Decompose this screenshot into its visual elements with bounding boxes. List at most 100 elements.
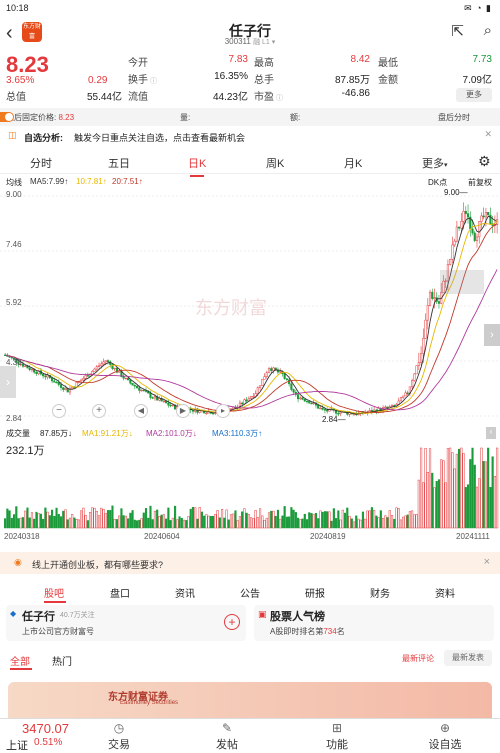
volume-bar xyxy=(265,517,268,529)
company-account-card[interactable]: ◆ 任子行 40.7万关注 上市公司官方财富号 + xyxy=(6,605,246,641)
volume-bar xyxy=(30,512,34,529)
volume-bar xyxy=(118,515,121,529)
volume-bar xyxy=(375,515,378,529)
tab-intraday[interactable]: 分时 xyxy=(30,155,52,171)
candle-body xyxy=(272,367,275,371)
candle-body xyxy=(205,412,208,415)
popularity-card[interactable]: ▣ 股票人气榜 A股即时排名第734名 xyxy=(254,605,494,641)
stock-code[interactable]: 300311 融 L1 ▾ xyxy=(0,37,500,47)
candle-body xyxy=(424,319,427,339)
volume-bar xyxy=(478,478,481,529)
total-cap-label: 总值 xyxy=(6,92,26,103)
volume-bar xyxy=(169,520,172,529)
follow-button[interactable]: + xyxy=(224,614,240,630)
scroll-right-button[interactable]: ▶ xyxy=(176,404,190,418)
volume-bar xyxy=(106,510,110,529)
candle-body xyxy=(149,393,152,398)
volume-collapse-icon[interactable]: ‹ xyxy=(486,427,496,439)
volume-bar xyxy=(129,512,132,529)
tab-daily-k[interactable]: 日K xyxy=(188,155,206,177)
candle-body xyxy=(71,386,74,389)
chart-left-arrow[interactable]: › xyxy=(0,366,16,398)
candle-body xyxy=(279,371,282,373)
volume-bar xyxy=(89,512,92,529)
close-icon[interactable]: ✕ xyxy=(484,129,492,140)
index-name[interactable]: 上证 xyxy=(6,737,28,753)
more-button[interactable]: 更多 xyxy=(456,88,492,102)
candle-body xyxy=(270,368,273,371)
candle-body xyxy=(42,373,45,377)
candle-body xyxy=(464,211,467,214)
adjust-select[interactable]: 前复权 xyxy=(468,177,492,188)
volume-bar xyxy=(310,513,313,529)
reset-button[interactable]: ▸ xyxy=(216,404,230,418)
volume-bar xyxy=(160,514,163,529)
tab-profile[interactable]: 资料 xyxy=(435,585,455,600)
volume-bar xyxy=(377,517,380,529)
volume-bar xyxy=(133,519,136,529)
kline-chart[interactable]: 东方财富 9.00 7.46 5.92 4.38 2.84 9.00— 2.84… xyxy=(0,188,500,436)
tab-financials[interactable]: 财务 xyxy=(370,585,390,600)
volume-label[interactable]: 成交量 xyxy=(6,428,30,439)
volume-bar xyxy=(411,510,414,529)
candle-body xyxy=(285,378,288,381)
candle-body xyxy=(433,297,436,299)
promo-bar[interactable]: ◉ 线上开通创业板，都有哪些要求? × xyxy=(0,552,500,574)
volume-bar xyxy=(178,516,181,529)
volume-bar xyxy=(328,511,331,529)
tab-research[interactable]: 研报 xyxy=(305,585,325,600)
volume-bar xyxy=(234,510,237,529)
volume-bar xyxy=(37,513,40,529)
tab-news[interactable]: 资讯 xyxy=(175,585,195,600)
settings-icon[interactable]: ⚙ xyxy=(478,153,491,170)
sort-latest-post[interactable]: 最新发表 xyxy=(444,650,492,666)
tab-guba[interactable]: 股吧 xyxy=(44,585,64,600)
info-cards: ◆ 任子行 40.7万关注 上市公司官方财富号 + ▣ 股票人气榜 A股即时排名… xyxy=(0,605,500,645)
volume-bar xyxy=(422,482,425,529)
candle-body xyxy=(35,371,38,374)
chart-right-arrow[interactable]: › xyxy=(484,324,500,346)
tab-weekly-k[interactable]: 周K xyxy=(266,155,284,171)
volume-chart[interactable]: 232.1万 xyxy=(0,440,500,530)
float-cap-value: 44.23亿 xyxy=(212,92,248,103)
sort-latest-comment[interactable]: 最新评论 xyxy=(402,653,434,664)
feed-tab-hot[interactable]: 热门 xyxy=(52,653,72,668)
feed-tab-all[interactable]: 全部 xyxy=(10,653,30,668)
volume-bar xyxy=(82,507,85,529)
tab-monthly-k[interactable]: 月K xyxy=(344,155,362,171)
volume-bar xyxy=(21,517,25,529)
volume-bar xyxy=(156,509,159,529)
ma20-value: 20:7.51↑ xyxy=(112,177,143,186)
change-percent: 3.65% xyxy=(6,75,35,86)
share-icon[interactable]: ⇱ xyxy=(451,22,464,40)
volume-bar xyxy=(223,517,226,529)
volume-bar xyxy=(243,508,246,529)
volume-bar xyxy=(122,515,125,529)
ma-label[interactable]: 均线 xyxy=(6,177,22,188)
volume-bar xyxy=(294,512,297,529)
zoom-out-button[interactable]: − xyxy=(52,404,66,418)
volume-bar xyxy=(111,505,114,529)
candle-body xyxy=(59,384,63,388)
analysis-banner[interactable]: ◫ 自选分析: 触发今日重点关注自选，点击查看最新机会 ✕ xyxy=(0,127,500,147)
volume-bar xyxy=(194,507,197,529)
volume-bar xyxy=(368,510,371,529)
after-hours-toggle[interactable] xyxy=(0,112,14,122)
tab-more[interactable]: 更多▾ xyxy=(422,155,448,171)
date-2: 20240604 xyxy=(144,532,180,541)
candle-body xyxy=(93,368,96,372)
volume-bar xyxy=(330,520,333,529)
scroll-left-button[interactable]: ◀ xyxy=(134,404,148,418)
volume-bar xyxy=(272,510,275,529)
dk-point-toggle[interactable]: DK点 xyxy=(428,177,447,188)
promo-close-icon[interactable]: × xyxy=(484,556,490,568)
tab-announcements[interactable]: 公告 xyxy=(240,585,260,600)
tab-five-day[interactable]: 五日 xyxy=(108,155,130,171)
search-icon[interactable]: ⌕ xyxy=(484,22,492,39)
volume-bar xyxy=(95,510,98,529)
zoom-in-button[interactable]: + xyxy=(92,404,106,418)
candle-body xyxy=(453,240,456,246)
volume-bar xyxy=(482,461,485,529)
tab-orderbook[interactable]: 盘口 xyxy=(110,585,130,600)
volume-bar xyxy=(109,510,112,529)
